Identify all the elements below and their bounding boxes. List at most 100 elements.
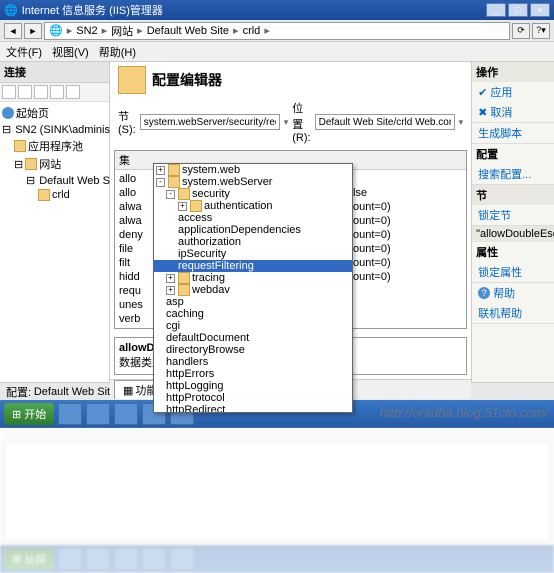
section-item[interactable]: authorization [154,236,352,248]
grid-value: ount=0) [353,242,391,256]
action-lock-section[interactable]: 锁定节 [472,205,554,225]
section-item[interactable]: httpProtocol [154,392,352,404]
connections-toolbar [0,83,109,102]
section-item[interactable]: access [154,212,352,224]
grid-row[interactable]: verb [119,312,153,326]
connections-tree: 起始页 ⊟SN2 (SINK\administrator) 应用程序池 ⊟网站 … [0,102,109,204]
toolbar-icon[interactable] [66,85,80,99]
menu-bar: 文件(F) 视图(V) 帮助(H) [0,42,554,62]
actions-panel: 操作 ✔应用 ✖取消 生成脚本 配置 搜索配置... 节⌄ 锁定节 "allow… [471,62,554,382]
maximize-button[interactable]: □ [508,3,528,17]
toolbar-icon[interactable] [18,85,32,99]
grid-row[interactable]: requ [119,284,153,298]
breadcrumb-bar: ◄ ► 🌐 ▸ SN2 ▸ 网站 ▸ Default Web Site ▸ cr… [0,20,554,42]
section-item[interactable]: +webdav [154,284,352,296]
action-search-config[interactable]: 搜索配置... [472,164,554,184]
title-bar: 🌐 Internet 信息服务 (IIS)管理器 _ □ × [0,0,554,20]
action-online-help[interactable]: 联机帮助 [472,303,554,323]
section-item[interactable]: cgi [154,320,352,332]
section-item[interactable]: httpRedirect [154,404,352,413]
property-grid: 集 allo allo alwa alwa deny file filt hid… [114,150,467,329]
status-config-label: 配置: [6,384,31,400]
section-item[interactable]: applicationDependencies [154,224,352,236]
section-item[interactable]: +system.web [154,164,352,176]
start-button[interactable]: ⊞开始 [4,403,54,425]
grid-row[interactable]: file [119,242,153,256]
watermark-text: http://oradba.blog.51cto.com/ [380,405,548,420]
task-item[interactable] [58,403,82,425]
tree-item[interactable]: ⊟网站 [2,155,107,173]
tree-item[interactable]: ⊟SN2 (SINK\administrator) [2,122,107,137]
tree-item[interactable]: 起始页 [2,104,107,122]
menu-file[interactable]: 文件(F) [6,44,42,60]
actions-header: 操作 [472,62,554,82]
minimize-button[interactable]: _ [486,3,506,17]
from-input[interactable] [315,114,455,130]
grid-value: ount=0) [353,228,391,242]
section-item[interactable]: httpLogging [154,380,352,392]
help-dropdown[interactable]: ?▾ [532,23,550,39]
section-dropdown[interactable]: +system.web -system.webServer -security … [153,163,353,413]
grid-row[interactable]: hidd [119,270,153,284]
section-item[interactable]: defaultDocument [154,332,352,344]
action-help[interactable]: ?帮助 [472,283,554,303]
window-title: Internet 信息服务 (IIS)管理器 [22,2,163,18]
toolbar-icon[interactable] [2,85,16,99]
section-item[interactable]: directoryBrowse [154,344,352,356]
menu-view[interactable]: 视图(V) [52,44,89,60]
config-section-header: 配置 [472,144,554,164]
section-item[interactable]: caching [154,308,352,320]
attr-header: 属性 [472,242,554,262]
attr-group-header: "allowDoubleEscaping"⌄ [472,226,554,242]
close-button[interactable]: × [530,3,550,17]
section-item[interactable]: ipSecurity [154,248,352,260]
grid-row[interactable]: filt [119,256,153,270]
breadcrumb[interactable]: 🌐 ▸ SN2 ▸ 网站 ▸ Default Web Site ▸ crld ▸ [44,22,510,40]
tree-item[interactable]: 应用程序池 [2,137,107,155]
page-title: 配置编辑器 [152,70,222,90]
dropdown-icon[interactable]: ▾ [459,117,464,128]
refresh-icon[interactable]: ⟳ [512,23,530,39]
toolbar-icon[interactable] [34,85,48,99]
section-input[interactable] [140,114,280,130]
menu-help[interactable]: 帮助(H) [99,44,136,60]
forward-button[interactable]: ► [24,23,42,39]
section-item[interactable]: -system.webServer [154,176,352,188]
section-item[interactable]: -security [154,188,352,200]
dropdown-icon[interactable]: ▾ [284,117,289,128]
task-item[interactable] [114,403,138,425]
grid-value: lse [353,186,391,200]
app-icon: 🌐 [4,4,18,17]
back-button[interactable]: ◄ [4,23,22,39]
section-label: 节(S): [118,108,136,136]
grid-row[interactable]: alwa [119,200,153,214]
section-item[interactable]: +tracing [154,272,352,284]
section-item[interactable]: +authentication [154,200,352,212]
tree-item[interactable]: crld [2,188,107,202]
reflection-decoration: ⊞开始 [0,428,554,573]
grid-value: ount=0) [353,270,391,284]
action-apply[interactable]: ✔应用 [472,82,554,102]
connections-panel: 连接 起始页 ⊟SN2 (SINK\administrator) 应用程序池 ⊟… [0,62,110,382]
connections-header: 连接 [0,62,109,83]
action-lock-attr[interactable]: 锁定属性 [472,262,554,282]
grid-row[interactable]: alwa [119,214,153,228]
grid-row[interactable]: allo [119,172,153,186]
task-item[interactable] [86,403,110,425]
main-area: 连接 起始页 ⊟SN2 (SINK\administrator) 应用程序池 ⊟… [0,62,554,382]
grid-row[interactable]: unes [119,298,153,312]
grid-value: ount=0) [353,200,391,214]
toolbar-icon[interactable] [50,85,64,99]
action-cancel[interactable]: ✖取消 [472,102,554,122]
grid-row[interactable]: deny [119,228,153,242]
config-editor-icon [118,66,146,94]
section-item[interactable]: handlers [154,356,352,368]
from-label: 位置(R): [292,100,310,144]
tree-item[interactable]: ⊟Default Web Site [2,173,107,188]
grid-value: ount=0) [353,214,391,228]
section-item[interactable]: asp [154,296,352,308]
grid-row[interactable]: allo [119,186,153,200]
action-gen-script[interactable]: 生成脚本 [472,123,554,143]
section-item[interactable]: httpErrors [154,368,352,380]
section-item-selected[interactable]: requestFiltering [154,260,352,272]
